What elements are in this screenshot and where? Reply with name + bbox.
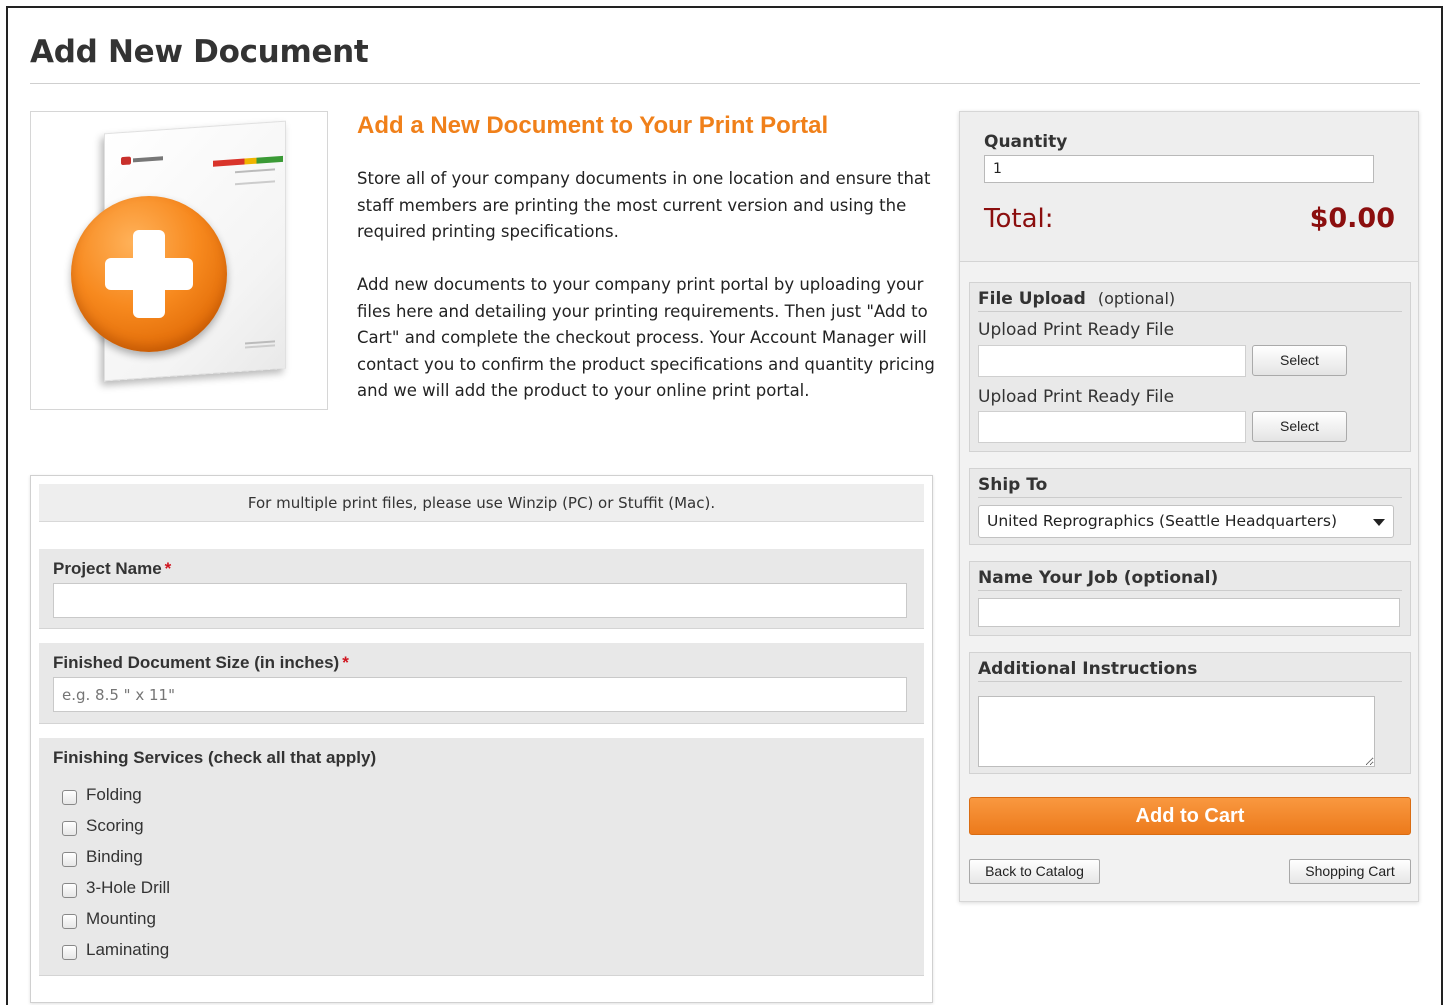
intro-paragraph: Add new documents to your company print … [357,275,935,401]
finishing-services-group: Finishing Services (check all that apply… [39,738,924,976]
total-value: $0.00 [1309,203,1395,234]
project-name-label: Project Name [53,559,162,578]
intro-paragraph: Store all of your company documents in o… [357,169,931,242]
document-logo-icon [121,152,163,167]
job-name-input[interactable] [978,598,1400,627]
intro-heading: Add a New Document to Your Print Portal [357,112,829,139]
add-to-cart-button[interactable]: Add to Cart [969,797,1411,835]
document-size-label: Finished Document Size (in inches) [53,653,340,672]
ship-to-select[interactable]: United Reprographics (Seattle Headquarte… [978,505,1394,538]
file-upload-title: File Upload [978,289,1086,309]
add-document-illustration [30,111,328,410]
upload-label: Upload Print Ready File [978,320,1175,340]
ship-to-title: Ship To [978,475,1048,495]
checkbox-icon[interactable] [62,913,77,929]
file-upload-panel: File Upload (optional) Upload Print Ready… [969,282,1411,452]
shopping-cart-button[interactable]: Shopping Cart [1289,859,1411,884]
page-title: Add New Document [30,34,369,70]
quantity-label: Quantity [984,132,1068,152]
project-name-group: Project Name * [39,549,924,629]
optional-note: (optional) [1097,289,1176,308]
quantity-panel: Quantity Total: $0.00 [960,112,1418,262]
document-size-input[interactable] [53,677,907,712]
quantity-input[interactable] [984,155,1374,183]
plus-circle-icon [71,196,227,352]
select-file-button[interactable]: Select [1252,345,1347,376]
document-form: For multiple print files, please use Win… [30,475,933,1003]
select-file-button[interactable]: Select [1252,411,1347,442]
document-size-group: Finished Document Size (in inches) * [39,643,924,724]
required-marker: * [164,559,172,578]
checkbox-icon[interactable] [62,789,77,805]
upload-label: Upload Print Ready File [978,387,1175,407]
checkbox-folding[interactable]: Folding [62,783,142,807]
back-to-catalog-button[interactable]: Back to Catalog [969,859,1100,884]
project-name-input[interactable] [53,583,907,618]
checkbox-3-hole-drill[interactable]: 3-Hole Drill [62,876,170,900]
checkbox-icon[interactable] [62,882,77,898]
job-name-title: Name Your Job (optional) [978,568,1219,588]
title-divider [30,83,1420,84]
upload-file-field[interactable] [978,411,1246,443]
checkbox-scoring[interactable]: Scoring [62,814,144,838]
chevron-down-icon [1373,519,1385,526]
ship-to-selected-value: United Reprographics (Seattle Headquarte… [987,512,1338,530]
checkbox-mounting[interactable]: Mounting [62,907,156,931]
multiple-files-notice: For multiple print files, please use Win… [39,484,924,522]
required-marker: * [342,653,349,672]
checkbox-laminating[interactable]: Laminating [62,938,169,962]
checkbox-icon[interactable] [62,944,77,960]
ship-to-panel: Ship To United Reprographics (Seattle He… [969,468,1411,545]
instructions-textarea[interactable] [978,696,1375,767]
total-label: Total: [984,204,1054,234]
instructions-title: Additional Instructions [978,659,1198,679]
checkbox-icon[interactable] [62,851,77,867]
instructions-panel: Additional Instructions [969,652,1411,774]
upload-file-field[interactable] [978,345,1246,377]
finishing-services-label: Finishing Services (check all that apply… [53,748,377,767]
job-name-panel: Name Your Job (optional) [969,561,1411,636]
order-sidebar: Quantity Total: $0.00 File Upload (option… [959,111,1419,902]
checkbox-icon[interactable] [62,820,77,836]
checkbox-binding[interactable]: Binding [62,845,143,869]
